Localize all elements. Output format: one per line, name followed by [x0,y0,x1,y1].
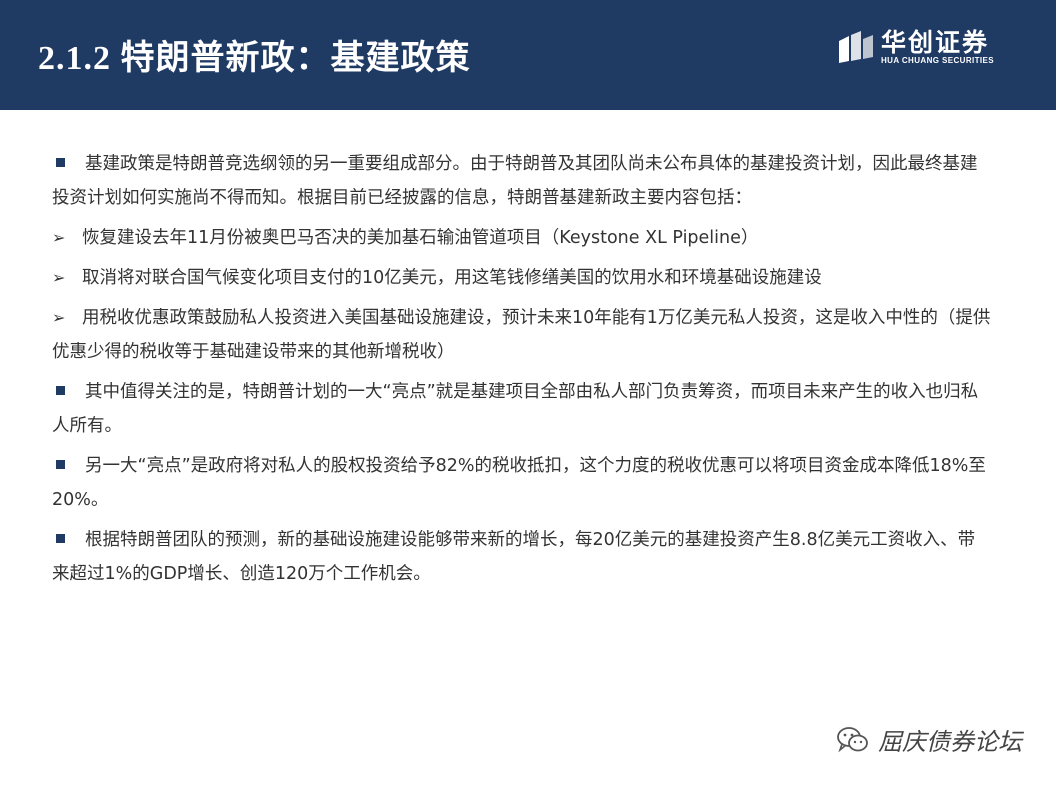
content-body: 基建政策是特朗普竞选纲领的另一重要组成部分。由于特朗普及其团队尚未公布具体的基建… [52,147,992,597]
paragraph-text: 根据特朗普团队的预测，新的基础设施建设能够带来新的增长，每20亿美元的基建投资产… [52,530,976,584]
paragraph-text: 其中值得关注的是，特朗普计划的一大“亮点”就是基建项目全部由私人部门负责筹资，而… [52,382,979,436]
square-bullet-icon [56,460,65,469]
paragraph-text: 取消将对联合国气候变化项目支付的10亿美元，用这笔钱修缮美国的饮用水和环境基础设… [82,268,822,288]
header-bar: 2.1.2 特朗普新政：基建政策 华创证券 HUA CHUANG SECURIT… [0,0,1056,110]
square-bullet-icon [56,534,65,543]
arrow-bullet-icon: ➢ [52,268,66,287]
logo-english-name: HUA CHUANG SECURITIES [881,55,994,65]
paragraph-2: ➢ 恢复建设去年11月份被奥巴马否决的美加基石输油管道项目（Keystone XL… [52,221,992,255]
paragraph-text: 另一大“亮点”是政府将对私人的股权投资给予82%的税收抵扣，这个力度的税收优惠可… [52,456,986,510]
paragraph-5: 其中值得关注的是，特朗普计划的一大“亮点”就是基建项目全部由私人部门负责筹资，而… [52,375,992,443]
arrow-bullet-icon: ➢ [52,308,66,327]
watermark-text: 屈庆债券论坛 [878,728,1022,756]
paragraph-4: ➢ 用税收优惠政策鼓励私人投资进入美国基础设施建设，预计未来10年能有1万亿美元私… [52,301,992,369]
wechat-icon [837,726,868,752]
paragraph-text: 用税收优惠政策鼓励私人投资进入美国基础设施建设，预计未来10年能有1万亿美元私人… [52,308,991,362]
paragraph-3: ➢ 取消将对联合国气候变化项目支付的10亿美元，用这笔钱修缮美国的饮用水和环境基础… [52,261,992,295]
logo-mark-icon [839,31,873,63]
slide: 2.1.2 特朗普新政：基建政策 华创证券 HUA CHUANG SECURIT… [0,0,1056,792]
paragraph-text: 基建政策是特朗普竞选纲领的另一重要组成部分。由于特朗普及其团队尚未公布具体的基建… [52,154,978,208]
paragraph-1: 基建政策是特朗普竞选纲领的另一重要组成部分。由于特朗普及其团队尚未公布具体的基建… [52,147,992,215]
paragraph-7: 根据特朗普团队的预测，新的基础设施建设能够带来新的增长，每20亿美元的基建投资产… [52,523,992,591]
watermark: 屈庆债券论坛 [836,722,1022,757]
page-title: 2.1.2 特朗普新政：基建政策 [38,40,471,77]
logo-chinese-name: 华创证券 [881,27,990,57]
square-bullet-icon [56,158,65,167]
arrow-bullet-icon: ➢ [52,228,66,247]
logo-text: 华创证券 HUA CHUANG SECURITIES [881,29,994,66]
paragraph-text: 恢复建设去年11月份被奥巴马否决的美加基石输油管道项目（Keystone XL … [82,228,759,248]
company-logo: 华创证券 HUA CHUANG SECURITIES [837,26,994,68]
paragraph-6: 另一大“亮点”是政府将对私人的股权投资给予82%的税收抵扣，这个力度的税收优惠可… [52,449,992,517]
square-bullet-icon [56,386,65,395]
